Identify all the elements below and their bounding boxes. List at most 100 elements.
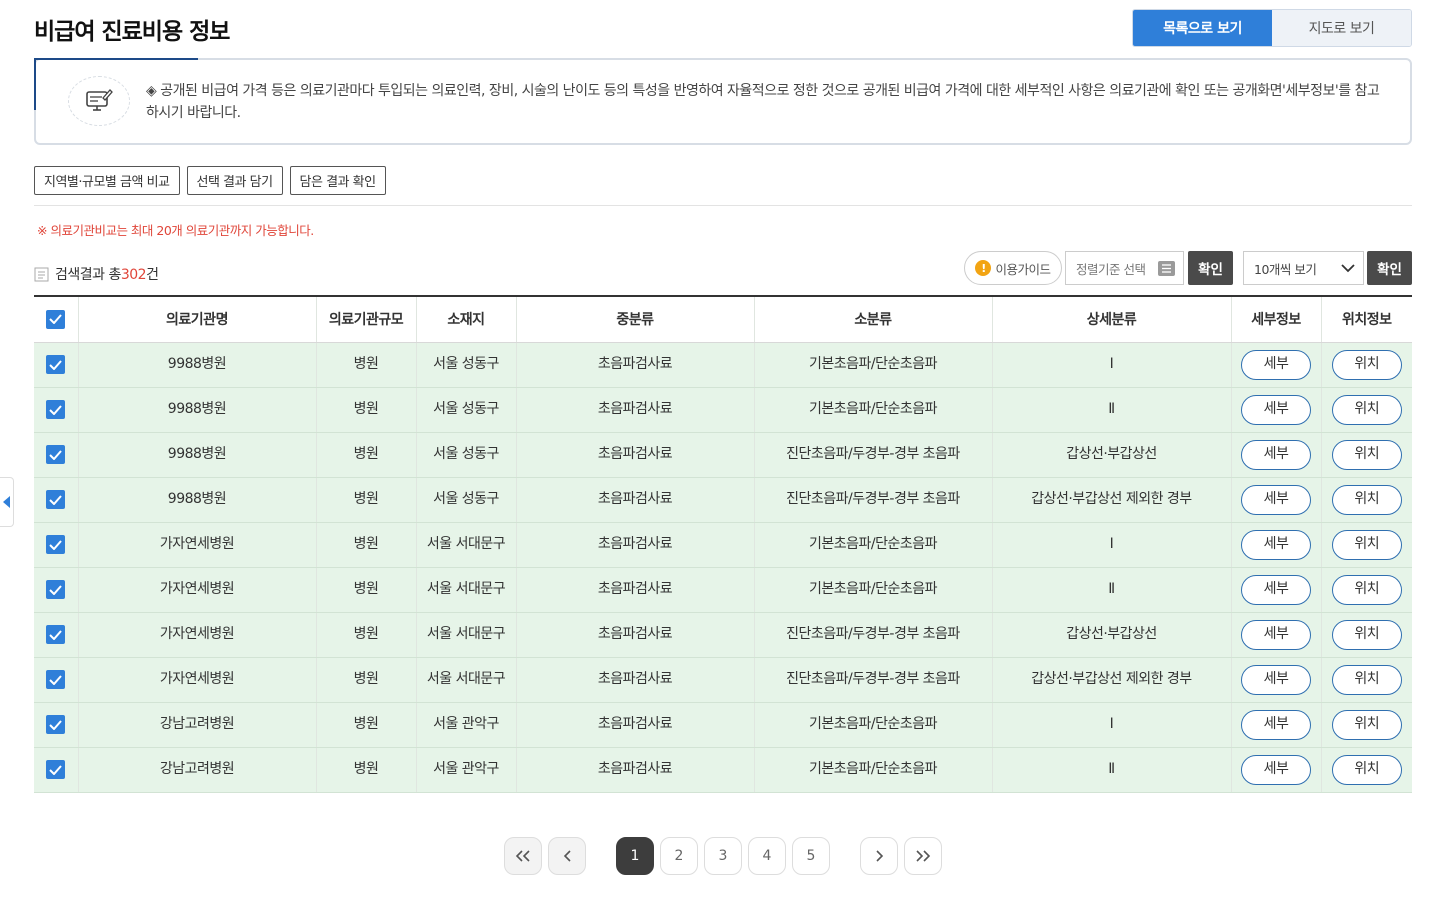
detail-button[interactable]: 세부 (1241, 484, 1311, 515)
location-info-cell: 위치 (1320, 477, 1412, 523)
page-number-button[interactable]: 1 (616, 837, 654, 875)
compare-limit-warning: ※ 의료기관비교는 최대 20개 의료기관까지 가능합니다. (37, 223, 314, 238)
hospital-size: 병원 (315, 567, 416, 613)
mid-category: 초음파검사료 (515, 702, 754, 748)
side-panel-toggle[interactable] (0, 477, 14, 527)
hospital-name: 강남고려병원 (77, 747, 316, 793)
page-number-button[interactable]: 5 (792, 837, 830, 875)
hospital-name: 9988병원 (77, 477, 316, 523)
result-suffix: 건 (146, 267, 159, 283)
location-button[interactable]: 위치 (1331, 754, 1402, 785)
table-row: 9988병원 병원 서울 성동구 초음파검사료 진단초음파/두경부-경부 초음파 갑상선·… (34, 432, 1412, 478)
notice-text: ◈ 공개된 비급여 가격 등은 의료기관마다 투입되는 의료인력, 장비, 시술… (146, 83, 1380, 121)
usage-guide-button[interactable]: ! 이용가이드 (964, 251, 1062, 285)
location-button[interactable]: 위치 (1331, 394, 1402, 425)
prev-page-button[interactable] (548, 837, 586, 875)
detail-button[interactable]: 세부 (1241, 349, 1311, 380)
double-chevron-left-icon (515, 850, 530, 862)
check-icon (49, 629, 63, 640)
location-button[interactable]: 위치 (1331, 664, 1402, 695)
page-number-button[interactable]: 2 (660, 837, 698, 875)
per-page-select[interactable]: 10개씩 보기 (1243, 251, 1364, 285)
row-checkbox[interactable] (46, 760, 66, 779)
page-number-button[interactable]: 3 (704, 837, 742, 875)
row-checkbox-cell (34, 567, 78, 613)
detail-button[interactable]: 세부 (1241, 619, 1311, 650)
row-checkbox-cell (34, 747, 78, 793)
detail-category: 갑상선·부갑상선 (991, 432, 1231, 478)
detail-button[interactable]: 세부 (1241, 664, 1311, 695)
row-checkbox-cell (34, 432, 78, 478)
mid-category: 초음파검사료 (515, 657, 754, 703)
col-header-name: 의료기관명 (77, 295, 316, 343)
location-button[interactable]: 위치 (1331, 439, 1402, 470)
detail-info-cell: 세부 (1230, 477, 1321, 523)
row-checkbox[interactable] (46, 355, 66, 374)
select-all-cell (34, 295, 78, 343)
table-row: 강남고려병원 병원 서울 관악구 초음파검사료 기본초음파/단순초음파 Ⅱ 세부 위치 (34, 747, 1412, 793)
location-info-cell: 위치 (1320, 432, 1412, 478)
col-header-detail-info: 세부정보 (1230, 295, 1321, 343)
detail-button[interactable]: 세부 (1241, 709, 1311, 740)
detail-button[interactable]: 세부 (1241, 529, 1311, 560)
hospital-name: 9988병원 (77, 387, 316, 433)
list-view-button[interactable]: 목록으로 보기 (1133, 10, 1272, 46)
location-button[interactable]: 위치 (1331, 574, 1402, 605)
row-checkbox[interactable] (46, 535, 66, 554)
detail-info-cell: 세부 (1230, 657, 1321, 703)
row-checkbox[interactable] (46, 625, 66, 644)
first-page-button[interactable] (504, 837, 542, 875)
row-checkbox[interactable] (46, 400, 66, 419)
sort-select[interactable]: 정렬기준 선택 (1065, 251, 1184, 285)
notice-icon (68, 76, 130, 126)
location-button[interactable]: 위치 (1331, 619, 1402, 650)
location-button[interactable]: 위치 (1331, 709, 1402, 740)
row-checkbox[interactable] (46, 445, 66, 464)
detail-button[interactable]: 세부 (1241, 394, 1311, 425)
location-info-cell: 위치 (1320, 342, 1412, 388)
check-icon (49, 494, 63, 505)
row-checkbox[interactable] (46, 580, 66, 599)
detail-category: Ⅰ (991, 342, 1231, 388)
save-selected-button[interactable]: 선택 결과 담기 (186, 166, 283, 195)
next-page-button[interactable] (860, 837, 898, 875)
col-header-location-info: 위치정보 (1320, 295, 1412, 343)
check-icon (49, 404, 63, 415)
page-number-button[interactable]: 4 (748, 837, 786, 875)
last-page-button[interactable] (904, 837, 942, 875)
hospital-location: 서울 성동구 (415, 432, 516, 478)
location-button[interactable]: 위치 (1331, 484, 1402, 515)
row-checkbox-cell (34, 522, 78, 568)
divider (34, 205, 1412, 206)
page: 비급여 진료비용 정보 목록으로 보기 지도로 보기 ◈ 공개된 비급여 가격 … (0, 0, 1443, 899)
compare-button[interactable]: 지역별·규모별 금액 비교 (34, 166, 180, 195)
small-category: 진단초음파/두경부-경부 초음파 (753, 612, 992, 658)
per-page-confirm-button[interactable]: 확인 (1367, 251, 1412, 285)
detail-button[interactable]: 세부 (1241, 439, 1311, 470)
table-row: 9988병원 병원 서울 성동구 초음파검사료 기본초음파/단순초음파 Ⅰ 세부 위치 (34, 342, 1412, 388)
view-toggle: 목록으로 보기 지도로 보기 (1132, 9, 1412, 47)
location-info-cell: 위치 (1320, 702, 1412, 748)
check-saved-button[interactable]: 담은 결과 확인 (289, 166, 386, 195)
detail-button[interactable]: 세부 (1241, 574, 1311, 605)
row-checkbox-cell (34, 387, 78, 433)
select-all-checkbox[interactable] (46, 309, 66, 329)
row-checkbox[interactable] (46, 715, 66, 734)
page-title: 비급여 진료비용 정보 (34, 19, 230, 45)
hospital-size: 병원 (315, 432, 416, 478)
mid-category: 초음파검사료 (515, 747, 754, 793)
detail-category: Ⅱ (991, 747, 1231, 793)
detail-button[interactable]: 세부 (1241, 754, 1311, 785)
location-button[interactable]: 위치 (1331, 349, 1402, 380)
location-button[interactable]: 위치 (1331, 529, 1402, 560)
pagination: 12345 (0, 837, 1443, 875)
mid-category: 초음파검사료 (515, 432, 754, 478)
map-view-button[interactable]: 지도로 보기 (1272, 10, 1411, 46)
table-row: 9988병원 병원 서울 성동구 초음파검사료 기본초음파/단순초음파 Ⅱ 세부 위치 (34, 387, 1412, 433)
detail-info-cell: 세부 (1230, 522, 1321, 568)
check-icon (49, 539, 63, 550)
row-checkbox[interactable] (46, 490, 66, 509)
small-category: 기본초음파/단순초음파 (753, 702, 992, 748)
row-checkbox[interactable] (46, 670, 66, 689)
sort-confirm-button[interactable]: 확인 (1188, 251, 1233, 285)
